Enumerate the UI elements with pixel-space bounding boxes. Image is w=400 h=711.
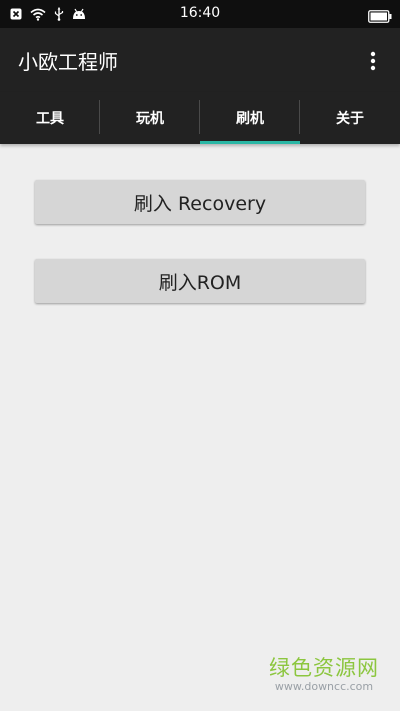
overflow-menu-button[interactable] [358,46,388,76]
status-bar: 16:40 [0,0,400,28]
tab-label: 工具 [36,111,64,127]
tab-label: 关于 [336,111,364,127]
app-bar: 小欧工程师 [0,28,400,92]
tab-tools[interactable]: 工具 [0,92,100,144]
watermark-url: www.downcc.com [274,680,374,693]
app-title: 小欧工程师 [18,50,118,74]
overflow-menu-icon [370,51,376,71]
tab-play[interactable]: 玩机 [100,92,200,144]
tab-label: 玩机 [136,111,164,127]
tab-about[interactable]: 关于 [300,92,400,144]
selected-tab-indicator [200,141,300,144]
status-time: 16:40 [179,5,221,21]
tab-label: 刷机 [236,111,264,127]
tab-flash[interactable]: 刷机 [200,92,300,144]
tab-bar: 工具 玩机 刷机 关于 [0,92,400,144]
flash-recovery-button[interactable]: 刷入 Recovery [35,180,365,224]
flash-rom-button[interactable]: 刷入ROM [35,259,365,303]
watermark: 绿色资源网 www.downcc.com [258,656,390,694]
watermark-title: 绿色资源网 [269,656,379,680]
battery-icon [368,8,392,27]
